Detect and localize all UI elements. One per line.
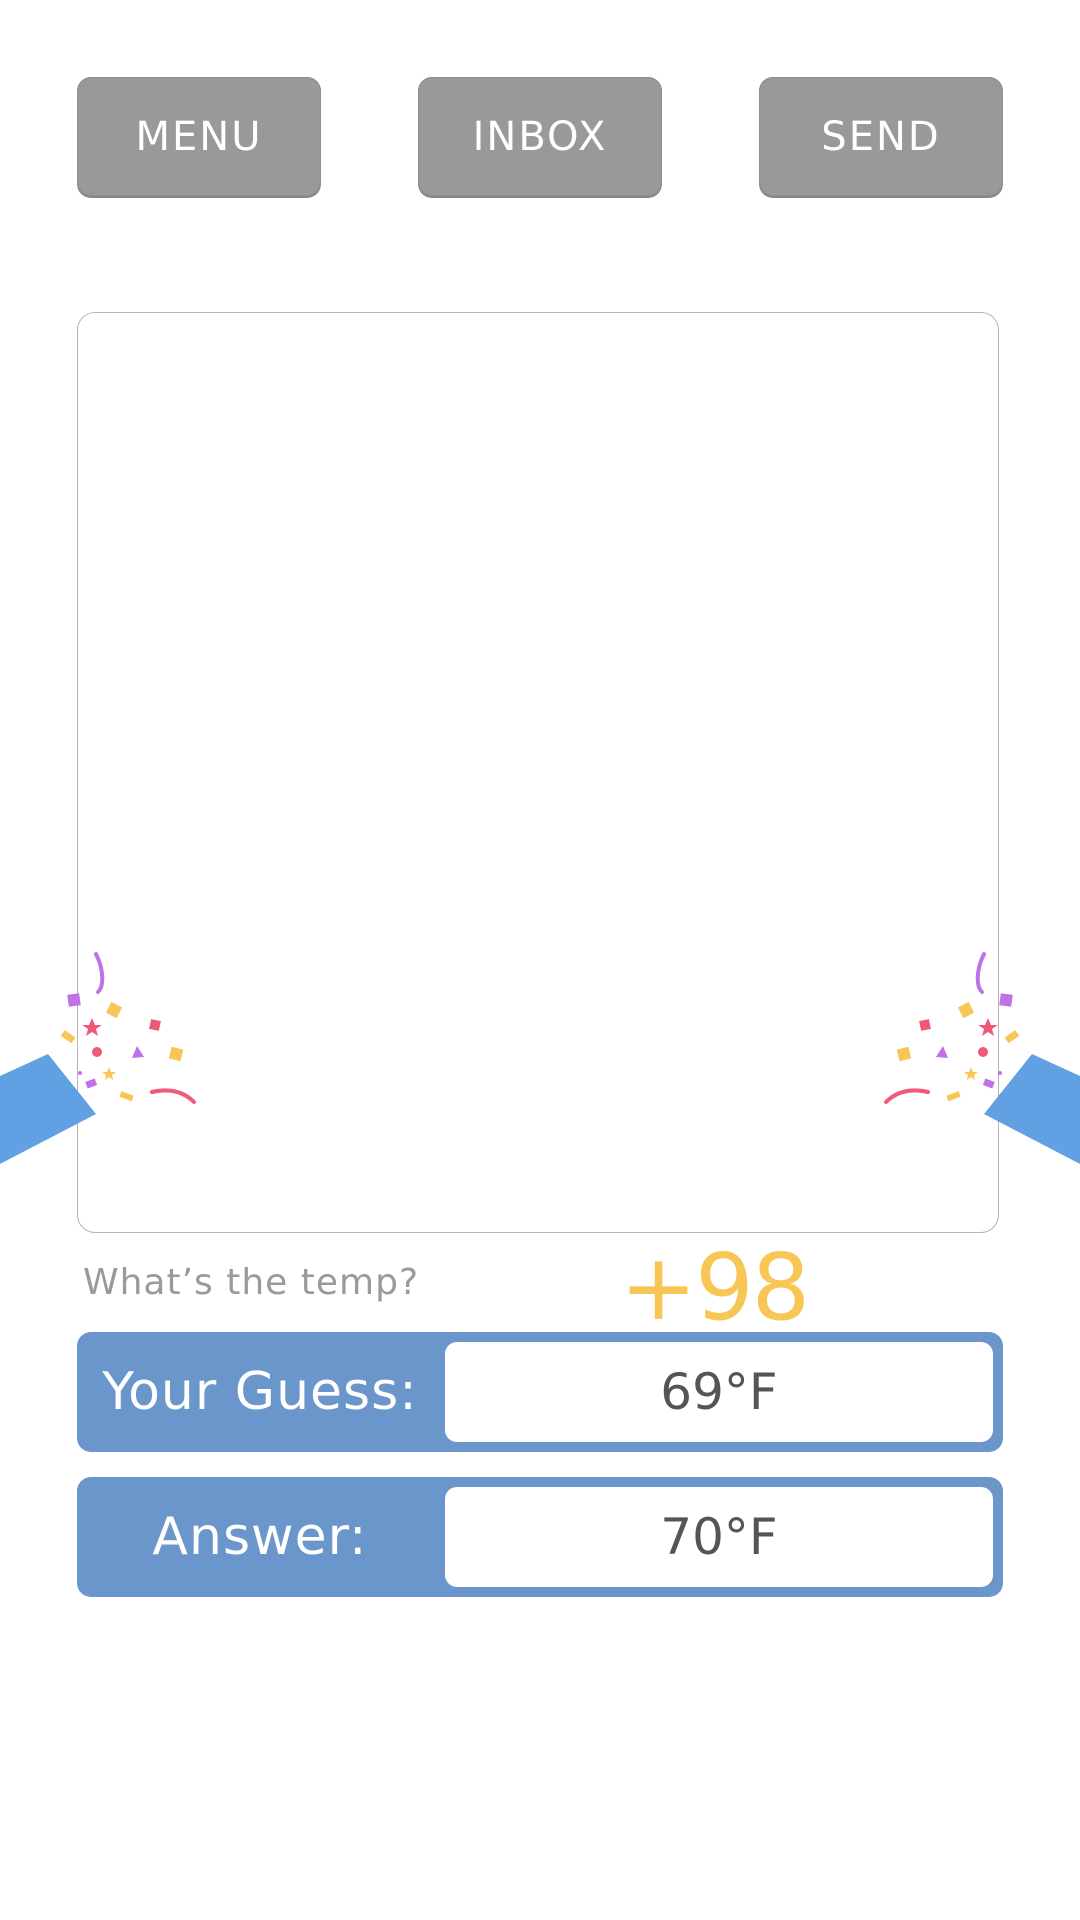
answer-label: Answer: [152, 1507, 368, 1567]
your-guess-value: 69°F [445, 1342, 993, 1442]
send-button[interactable]: SEND [759, 77, 1003, 196]
party-popper-right-icon [884, 952, 1080, 1164]
your-guess-row: Your Guess: 69°F [77, 1332, 1003, 1452]
inbox-button-label: INBOX [472, 113, 608, 160]
menu-button[interactable]: MENU [77, 77, 321, 196]
send-button-label: SEND [821, 113, 941, 160]
score-points: +98 [620, 1234, 810, 1341]
answer-row: Answer: 70°F [77, 1477, 1003, 1597]
your-guess-label: Your Guess: [102, 1362, 418, 1422]
party-popper-left-icon [0, 952, 196, 1164]
temperature-question: What’s the temp? [83, 1262, 420, 1303]
answer-value: 70°F [445, 1487, 993, 1587]
menu-button-label: MENU [135, 113, 263, 160]
inbox-button[interactable]: INBOX [418, 77, 662, 196]
